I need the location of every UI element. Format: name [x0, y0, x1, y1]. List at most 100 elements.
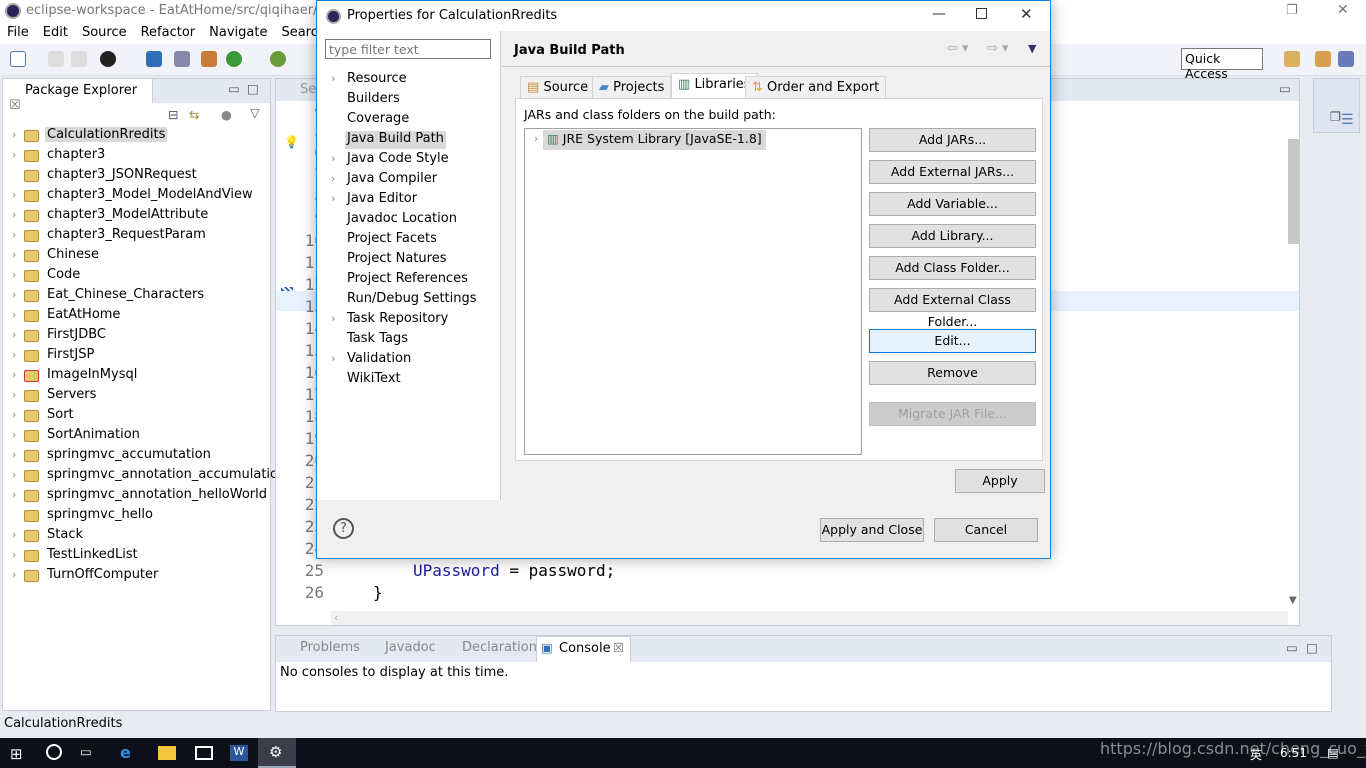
- expand-arrow-icon[interactable]: ›: [12, 528, 16, 541]
- project-item[interactable]: › ImageInMysql: [3, 366, 268, 386]
- quick-access-input[interactable]: Quick Access: [1181, 48, 1263, 81]
- expand-arrow-icon[interactable]: ›: [12, 128, 16, 141]
- expand-arrow-icon[interactable]: ›: [331, 152, 335, 165]
- library-entry[interactable]: ▥ JRE System Library [JavaSE-1.8]: [543, 130, 766, 150]
- outline-icon[interactable]: ☰: [1341, 112, 1354, 128]
- project-item[interactable]: › Sort: [3, 406, 268, 426]
- project-item[interactable]: › FirstJDBC: [3, 326, 268, 346]
- expand-arrow-icon[interactable]: ›: [331, 172, 335, 185]
- restore-icon[interactable]: ❐: [1330, 109, 1341, 124]
- minimize-icon[interactable]: ▭: [1286, 640, 1298, 655]
- apply-and-close-button[interactable]: Apply and Close: [820, 518, 924, 542]
- menu-navigate[interactable]: Navigate: [202, 22, 274, 43]
- windows-start-icon[interactable]: ⊞: [10, 745, 23, 763]
- expand-arrow-icon[interactable]: ›: [12, 188, 16, 201]
- expand-arrow-icon[interactable]: ›: [12, 468, 16, 481]
- java-perspective-icon[interactable]: [1338, 51, 1354, 67]
- add-external-class-folder-button[interactable]: Add External Class Folder...: [869, 288, 1036, 329]
- open-perspective-icon[interactable]: [1284, 51, 1300, 67]
- package-explorer-tab[interactable]: Package Explorer ☒: [3, 79, 153, 113]
- add-external-jars-button[interactable]: Add External JARs...: [869, 160, 1036, 184]
- expand-arrow-icon[interactable]: ›: [331, 192, 335, 205]
- expand-arrow-icon[interactable]: ›: [12, 148, 16, 161]
- nav-item[interactable]: Coverage: [345, 111, 411, 129]
- expand-arrow-icon[interactable]: ›: [12, 328, 16, 341]
- maximize-icon[interactable]: □: [1306, 640, 1318, 655]
- nav-item[interactable]: Resource: [345, 71, 409, 89]
- nav-item[interactable]: Java Build Path: [345, 131, 446, 149]
- menu-source[interactable]: Source: [75, 22, 134, 43]
- project-item[interactable]: › Chinese: [3, 246, 268, 266]
- profile-icon[interactable]: [100, 51, 116, 67]
- expand-arrow-icon[interactable]: ›: [12, 248, 16, 261]
- back-icon[interactable]: ⇦ ▾: [947, 41, 969, 56]
- expand-arrow-icon[interactable]: ›: [12, 428, 16, 441]
- project-item[interactable]: › CalculationRredits: [3, 126, 268, 146]
- mail-icon[interactable]: [195, 746, 213, 760]
- horizontal-scrollbar[interactable]: ‹: [331, 611, 1288, 625]
- link-with-editor-icon[interactable]: ⇆: [189, 107, 199, 122]
- file-explorer-icon[interactable]: [158, 746, 176, 760]
- edit-button[interactable]: Edit...: [869, 329, 1036, 353]
- clock[interactable]: 6:51: [1280, 746, 1307, 760]
- project-item[interactable]: › chapter3_RequestParam: [3, 226, 268, 246]
- project-item[interactable]: › chapter3_Model_ModelAndView: [3, 186, 268, 206]
- expand-arrow-icon[interactable]: ›: [12, 448, 16, 461]
- nav-item[interactable]: Project Natures: [345, 251, 448, 269]
- dialog-close-icon[interactable]: ✕: [1020, 5, 1033, 23]
- add-class-folder-button[interactable]: Add Class Folder...: [869, 256, 1036, 280]
- menu-file[interactable]: File: [0, 22, 36, 43]
- migrate-jar-file-button[interactable]: Migrate JAR File...: [869, 402, 1036, 426]
- nav-item[interactable]: WikiText: [345, 371, 403, 389]
- code-line[interactable]: }: [373, 583, 383, 602]
- expand-arrow-icon[interactable]: ›: [12, 308, 16, 321]
- nav-item[interactable]: Task Tags: [345, 331, 410, 349]
- edge-icon[interactable]: e: [120, 743, 131, 762]
- filter-input[interactable]: [325, 39, 491, 59]
- task-view-icon[interactable]: ▭: [80, 744, 92, 759]
- nav-item[interactable]: Javadoc Location: [345, 211, 459, 229]
- project-item[interactable]: springmvc_hello: [3, 506, 268, 526]
- focus-icon[interactable]: ●: [221, 107, 232, 122]
- add-library-button[interactable]: Add Library...: [869, 224, 1036, 248]
- project-item[interactable]: › springmvc_accumutation: [3, 446, 268, 466]
- ime-indicator[interactable]: 英: [1250, 746, 1262, 763]
- debug-icon[interactable]: [270, 51, 286, 67]
- expand-arrow-icon[interactable]: ›: [12, 268, 16, 281]
- expand-arrow-icon[interactable]: ›: [12, 288, 16, 301]
- project-item[interactable]: › Stack: [3, 526, 268, 546]
- tab-console[interactable]: ▣ Console ☒: [536, 636, 631, 662]
- nav-item[interactable]: Java Editor: [345, 191, 419, 209]
- page-menu-icon[interactable]: ▼: [1028, 42, 1036, 55]
- project-item[interactable]: › chapter3: [3, 146, 268, 166]
- expand-arrow-icon[interactable]: ›: [12, 388, 16, 401]
- tab-problems[interactable]: Problems: [300, 640, 360, 655]
- vertical-scrollbar[interactable]: [1288, 139, 1299, 244]
- save-icon[interactable]: [48, 51, 64, 67]
- project-item[interactable]: chapter3_JSONRequest: [3, 166, 268, 186]
- search-icon[interactable]: [46, 744, 62, 760]
- tab-projects[interactable]: ▰ Projects: [592, 76, 672, 98]
- close-icon[interactable]: ☒: [9, 98, 21, 113]
- new-package-icon[interactable]: [201, 51, 217, 67]
- expand-arrow-icon[interactable]: ›: [12, 408, 16, 421]
- eclipse-taskbar-icon[interactable]: ⚙: [258, 738, 296, 768]
- view-menu-icon[interactable]: ▽: [250, 105, 260, 120]
- close-icon[interactable]: ☒: [613, 640, 624, 655]
- expand-arrow-icon[interactable]: ›: [331, 72, 335, 85]
- scroll-down-icon[interactable]: ▼: [1289, 595, 1297, 606]
- nav-item[interactable]: Java Code Style: [345, 151, 451, 169]
- menu-edit[interactable]: Edit: [36, 22, 75, 43]
- tab-declaration[interactable]: Declaration: [462, 640, 537, 655]
- project-item[interactable]: › FirstJSP: [3, 346, 268, 366]
- java-ee-perspective-icon[interactable]: [1315, 51, 1331, 67]
- minimize-icon[interactable]: ▭: [1279, 81, 1291, 96]
- nav-item[interactable]: Java Compiler: [345, 171, 439, 189]
- expand-arrow-icon[interactable]: ›: [12, 228, 16, 241]
- nav-item[interactable]: Run/Debug Settings: [345, 291, 479, 309]
- help-icon[interactable]: ?: [333, 518, 354, 539]
- add-jars-button[interactable]: Add JARs...: [869, 128, 1036, 152]
- project-item[interactable]: › TestLinkedList: [3, 546, 268, 566]
- dialog-minimize-icon[interactable]: —: [932, 6, 946, 22]
- project-item[interactable]: › Code: [3, 266, 268, 286]
